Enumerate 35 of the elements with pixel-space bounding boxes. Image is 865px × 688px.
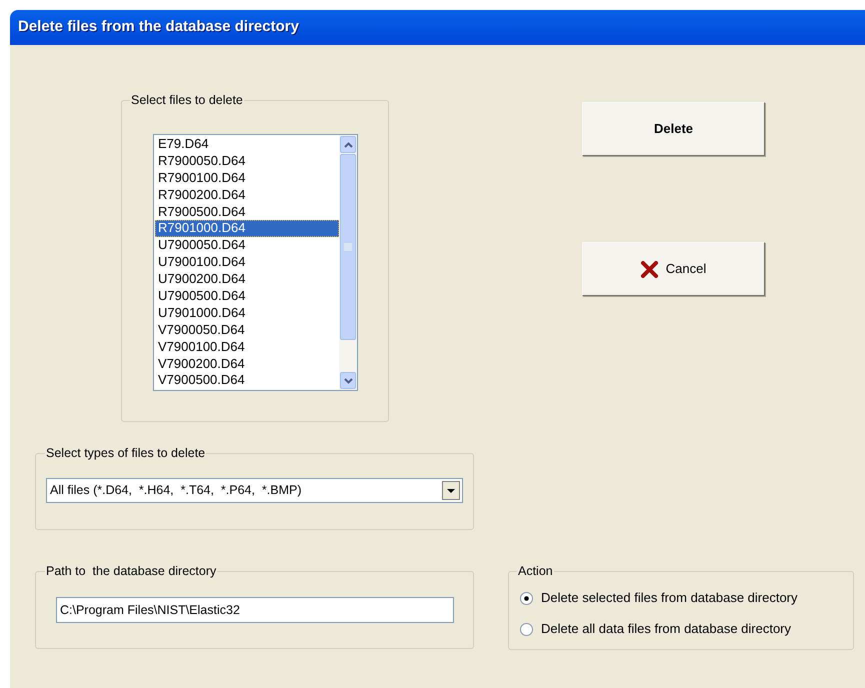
- scrollbar[interactable]: [339, 135, 357, 390]
- group-label: Select types of files to delete: [45, 446, 206, 460]
- window-title: Delete files from the database directory: [18, 17, 299, 38]
- file-list-item[interactable]: U7900200.D64: [155, 271, 339, 288]
- radio-option[interactable]: Delete all data files from database directory: [520, 620, 798, 638]
- dropdown-value: All files (*.D64, *.H64, *.T64, *.P64, *.BMP): [50, 482, 302, 500]
- group-label: Select files to delete: [130, 93, 244, 107]
- file-list-item[interactable]: U7900500.D64: [155, 288, 339, 305]
- file-list-item[interactable]: U7900050.D64: [155, 237, 339, 254]
- cross-icon: [640, 260, 658, 278]
- scroll-up-icon[interactable]: [340, 136, 356, 153]
- scroll-thumb[interactable]: [340, 154, 356, 340]
- file-list-item[interactable]: R7901000.D64: [155, 220, 339, 238]
- group-label: Action: [517, 564, 554, 578]
- scroll-down-icon[interactable]: [340, 372, 356, 389]
- delete-button[interactable]: Delete: [582, 102, 765, 156]
- group-label: Path to the database directory: [45, 564, 218, 578]
- file-list-item[interactable]: R7900500.D64: [155, 204, 339, 220]
- radio-button[interactable]: [520, 592, 533, 604]
- file-list-item[interactable]: V7900500.D64: [155, 372, 339, 390]
- radio-option[interactable]: Delete selected files from database directory: [520, 589, 798, 607]
- file-list[interactable]: E79.D64 R7900050.D64 R7900100.D64 R7900200.D64 R7900500.D64 R7901000.D64 U7900050.D64 U7900100.D64 U7900200.D64 U7900500.D64 U7901000.D64 V7900050.D64 V7900100.D64 V7900200.D64 V7900500.D64: [153, 134, 358, 391]
- file-list-item[interactable]: R7900050.D64: [155, 152, 339, 170]
- file-list-item[interactable]: V7900100.D64: [155, 338, 339, 356]
- file-list-item[interactable]: R7900100.D64: [155, 170, 339, 187]
- cancel-button[interactable]: Cancel: [582, 242, 765, 296]
- path-field[interactable]: C:\Program Files\NIST\Elastic32: [56, 597, 454, 623]
- file-list-item[interactable]: U7900100.D64: [155, 254, 339, 272]
- radio-button[interactable]: [520, 622, 533, 636]
- file-list-item[interactable]: V7900050.D64: [155, 322, 339, 339]
- file-list-item[interactable]: U7901000.D64: [155, 304, 339, 322]
- file-list-item[interactable]: R7900200.D64: [155, 186, 339, 204]
- file-list-item[interactable]: V7900200.D64: [155, 356, 339, 372]
- file-list-item[interactable]: E79.D64: [155, 136, 339, 153]
- file-type-dropdown[interactable]: All files (*.D64, *.H64, *.T64, *.P64, *.BMP): [46, 478, 463, 503]
